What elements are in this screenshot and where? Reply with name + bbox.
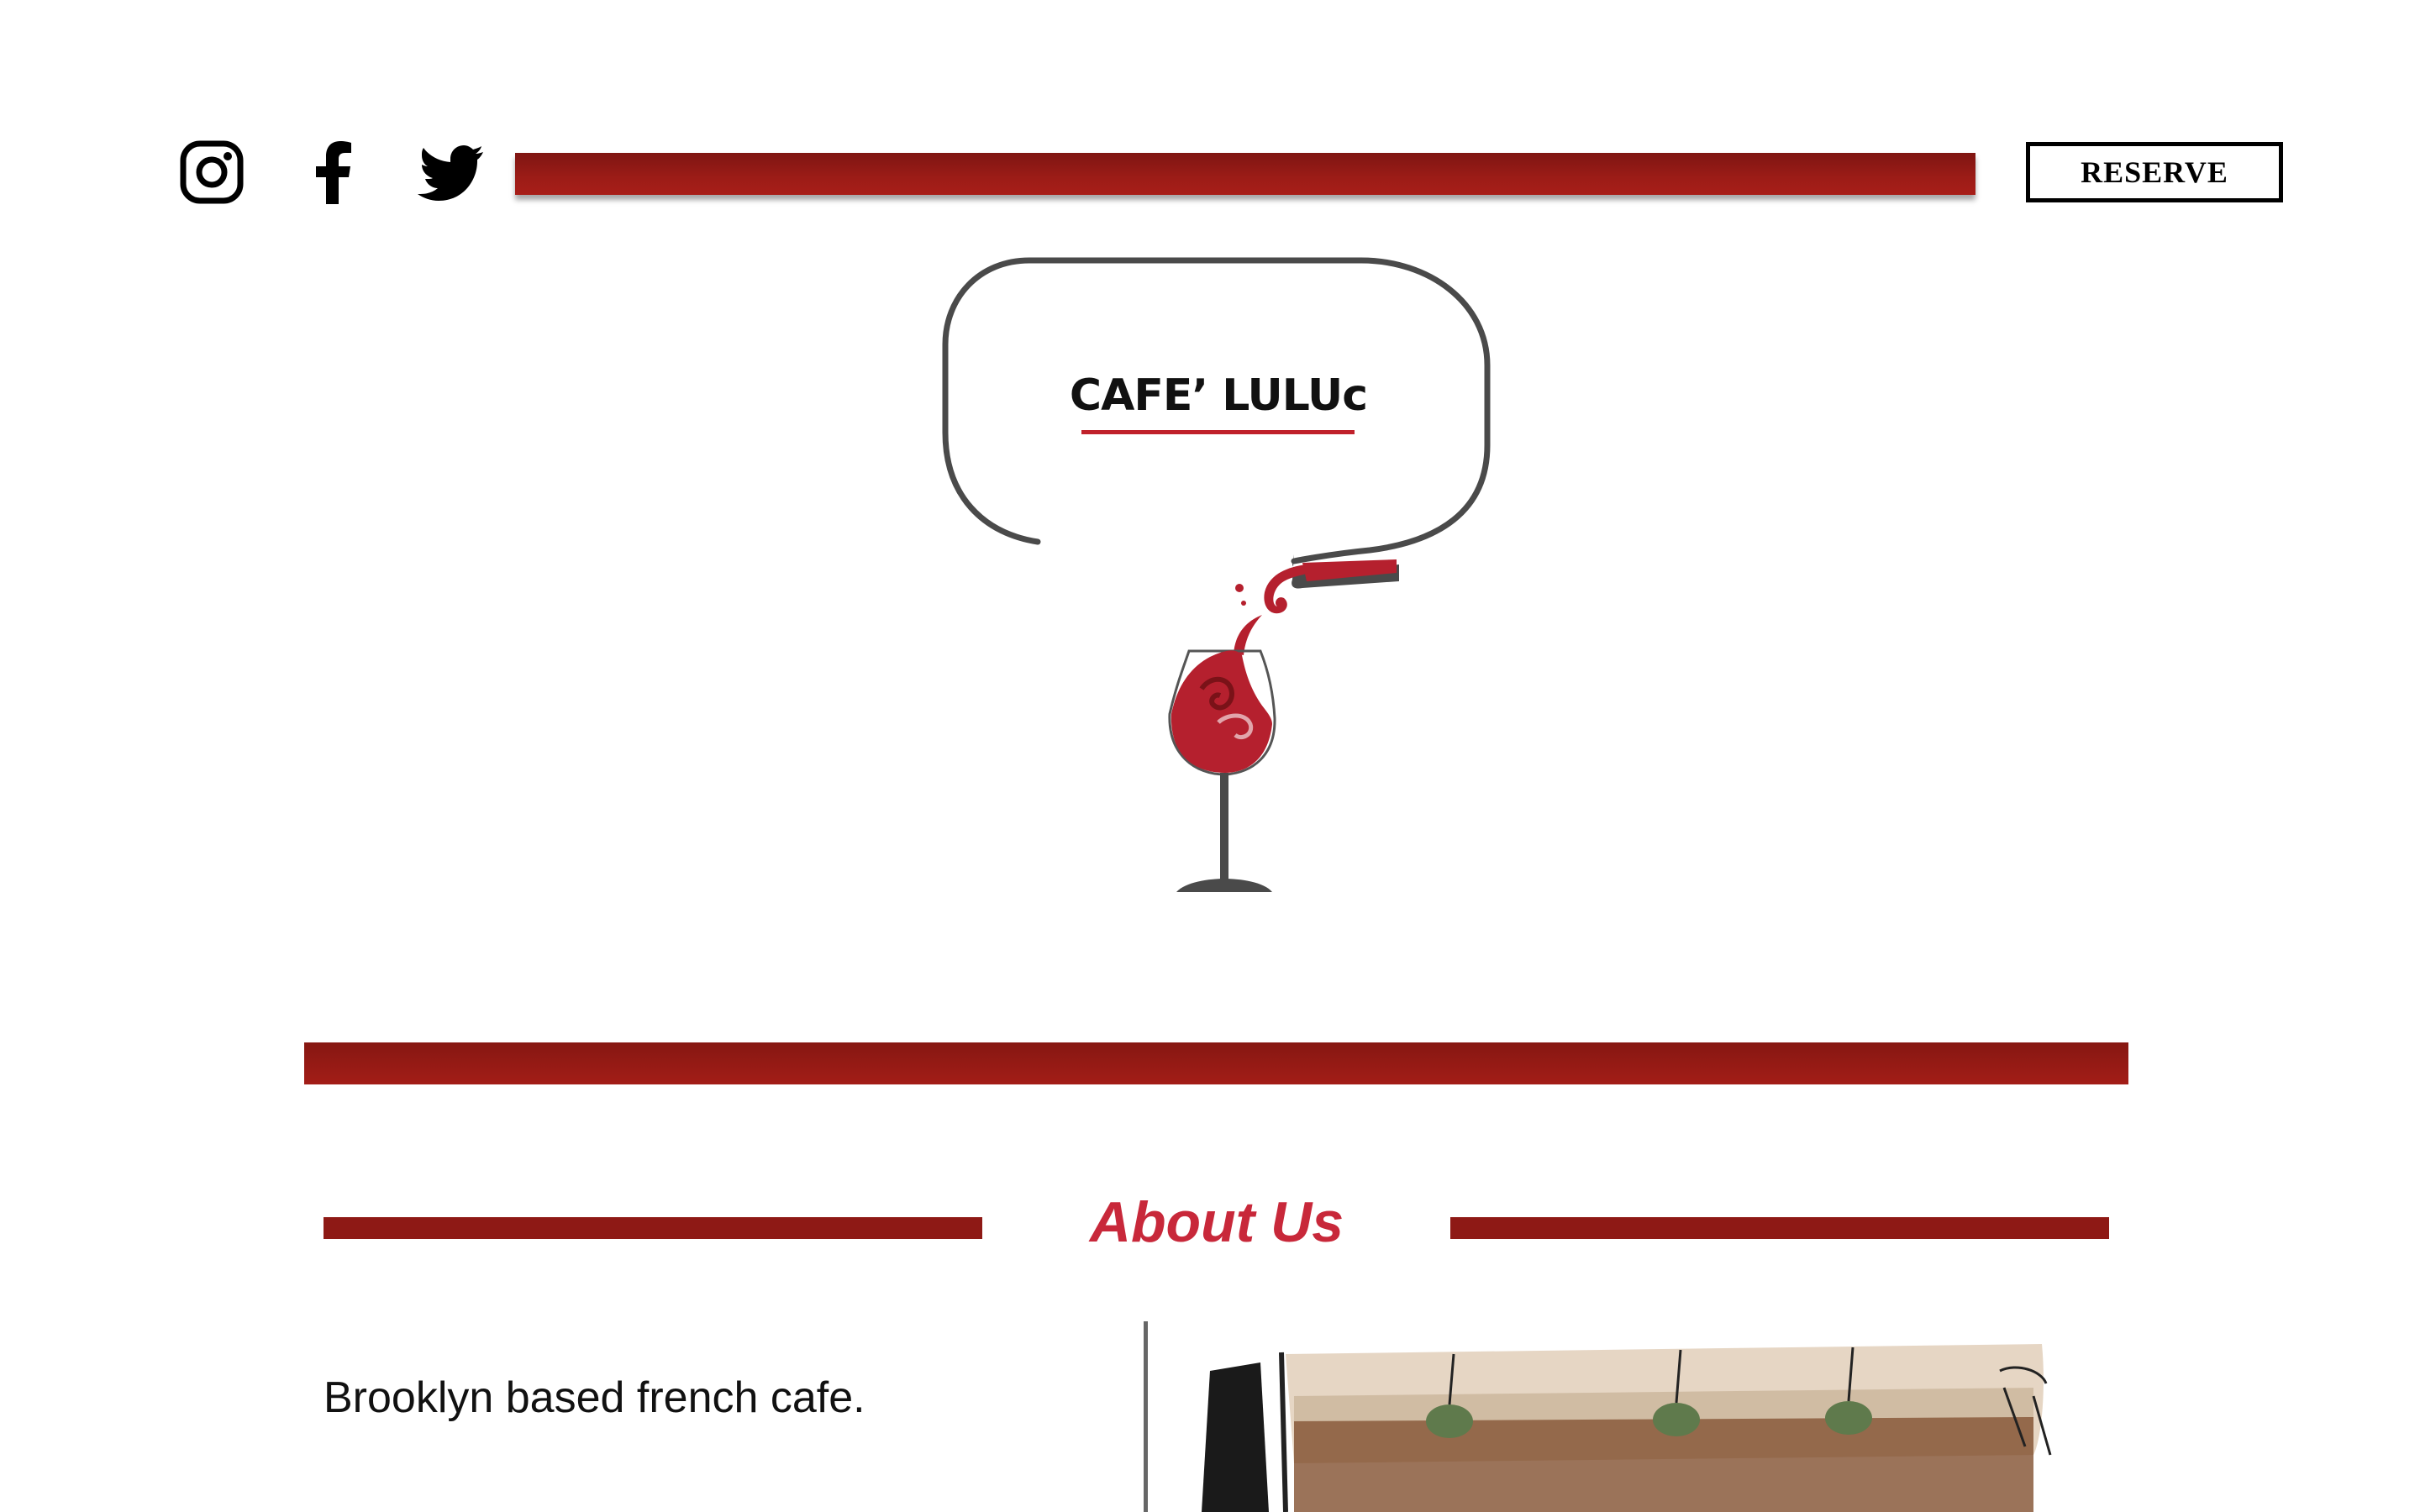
section-line-left xyxy=(324,1217,982,1239)
divider-bar xyxy=(304,1042,2128,1084)
page: RESERVE CAFE’ LULUc About Us Brooklyn ba… xyxy=(0,0,2420,1512)
header-bar xyxy=(515,153,1975,195)
instagram-icon[interactable] xyxy=(178,139,245,206)
about-title: About Us xyxy=(1089,1190,1344,1254)
facebook-icon[interactable] xyxy=(300,139,367,206)
section-line-right xyxy=(1450,1217,2109,1239)
logo-illustration xyxy=(933,252,1504,966)
about-text: Brooklyn based french cafe. xyxy=(324,1373,865,1422)
logo-text: CAFE’ LULUc xyxy=(1069,370,1368,421)
twitter-icon[interactable] xyxy=(418,139,485,206)
cafe-sketch-image xyxy=(1193,1337,2092,1512)
logo-underline xyxy=(1081,430,1355,434)
reserve-button[interactable]: RESERVE xyxy=(2026,142,2283,202)
vertical-divider xyxy=(1144,1321,1148,1512)
